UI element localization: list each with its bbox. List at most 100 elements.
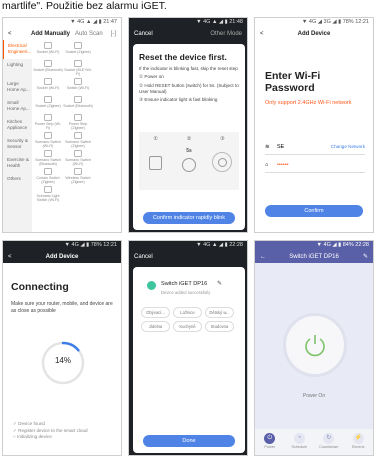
tab-icon: ◔ <box>293 433 305 444</box>
device-type-label: Scenario Light Switch (Wi-Fi) <box>36 194 60 202</box>
back-icon[interactable]: < <box>260 31 264 37</box>
category-item[interactable]: Kitchen Appliance <box>3 116 32 135</box>
device-type-item[interactable]: Scenario Switch (Wi-Fi) <box>63 149 93 167</box>
device-type-item[interactable]: Socket (Wi-Fi) <box>33 41 63 59</box>
device-icon <box>74 132 82 139</box>
screen-device-added: ▼ 4G ▲ ◢ ▮ 22:28 Cancel Switch iGET DP16… <box>128 240 248 456</box>
status-bar: ▼ 4G ▲ ◢ ▮ 21:47 <box>70 19 117 25</box>
screen-add-manually: ▼ 4G ▲ ◢ ▮ 21:47 < Add Manually Auto Sca… <box>2 17 122 233</box>
device-type-item[interactable]: Scenario Switch (Zigbee) <box>63 131 93 149</box>
device-type-label: Wireless Switch (Zigbee) <box>65 176 91 184</box>
device-type-item[interactable]: Socket (Zigbee) <box>33 95 63 113</box>
device-type-item[interactable]: Socket (Bluetooth) <box>63 95 93 113</box>
category-item[interactable]: Electrical Engineeri... <box>3 40 32 59</box>
back-icon[interactable]: ← <box>260 254 266 260</box>
cancel-button[interactable]: Cancel <box>134 254 153 260</box>
auto-scan-tab[interactable]: Auto Scan <box>75 31 103 37</box>
room-chip[interactable]: Ložnice <box>173 307 202 318</box>
back-icon[interactable]: < <box>8 254 12 260</box>
room-chip[interactable]: Kuchyně <box>173 321 202 332</box>
room-chip[interactable]: Obývací... <box>141 307 170 318</box>
category-item[interactable]: Small Home Ap... <box>3 97 32 116</box>
step-number: ② <box>186 136 192 142</box>
power-label: Power On <box>302 393 326 399</box>
device-type-label: Scenario Switch (Wi-Fi) <box>65 158 91 166</box>
device-type-label: Socket (Zigbee) <box>65 50 91 54</box>
confirm-button[interactable]: Confirm <box>265 205 363 217</box>
device-type-item[interactable]: Switch (Wi-Fi) <box>63 77 93 95</box>
reset-illustration: ① ② 5s ③ <box>139 132 239 190</box>
device-type-item[interactable]: Scenario Light Switch (Wi-Fi) <box>33 185 63 203</box>
password-field[interactable]: •••••• <box>277 162 289 168</box>
add-manually-tab[interactable]: Add Manually <box>31 31 70 37</box>
room-chip[interactable]: Studovna <box>205 321 234 332</box>
device-icon <box>44 150 52 157</box>
device-type-item[interactable]: Socket (Wi-Fi) <box>33 77 63 95</box>
wifi-ssid: SE <box>277 144 285 150</box>
nav-bar: Cancel <box>129 250 247 263</box>
device-type-label: Socket (Wi-Fi) <box>36 86 60 90</box>
blinking-light-icon <box>212 152 233 172</box>
device-icon <box>74 114 82 121</box>
confirm-blink-button[interactable]: Confirm indicator rapidly blink <box>143 212 235 224</box>
tab-schedule[interactable]: ◔ Schedule <box>285 429 315 455</box>
reset-heading: Reset the device first. <box>139 52 227 62</box>
device-icon <box>44 42 52 49</box>
screen-switch-control: ▼ 4G ◢ ▮ 84% 22:28 ← Switch iGET DP16 ✎ … <box>254 240 374 456</box>
category-item[interactable]: Security & Sensor <box>3 135 32 154</box>
back-icon[interactable]: < <box>8 31 12 37</box>
device-type-item[interactable]: Power Strip (Wi-Fi) <box>33 113 63 131</box>
progress-percent: 14% <box>54 356 71 365</box>
room-chip[interactable]: Dětský w... <box>205 307 234 318</box>
cancel-button[interactable]: Cancel <box>134 31 153 37</box>
device-type-item[interactable]: Socket (Bluetooth) <box>33 59 63 77</box>
device-type-label: Socket (Bluetooth) <box>63 104 93 108</box>
tab-countdown[interactable]: ↻ Countdown <box>314 429 344 455</box>
done-button[interactable]: Done <box>143 435 235 447</box>
room-chips: Obývací... Ložnice Dětský w... Jídelna Kuchy… <box>141 307 237 332</box>
instruction-line: ② Hold RESET button (switch) for 5s. (Su… <box>139 82 239 94</box>
device-type-item[interactable]: Scenario Switch (Wi-Fi) <box>33 131 63 149</box>
status-bar: ▼ 4G ◢ ▮ 84% 22:28 <box>255 241 373 250</box>
edit-icon[interactable]: ✎ <box>217 280 222 287</box>
change-network-link[interactable]: Change Network <box>331 144 365 149</box>
instruction-line: ① Power on <box>139 74 164 80</box>
nav-bar: Cancel Other Mode <box>129 27 247 40</box>
device-type-item[interactable]: Curtain Switch (Zigbee) <box>33 167 63 185</box>
room-chip[interactable]: Jídelna <box>141 321 170 332</box>
wifi-heading: Enter Wi-Fi Password <box>265 70 321 94</box>
device-grid: Socket (Wi-Fi) Socket (Zigbee) Socket (Blu… <box>33 41 119 203</box>
device-type-item[interactable]: Power Strip (Zigbee) <box>63 113 93 131</box>
scan-icon[interactable]: [-] <box>111 31 116 37</box>
nav-bar: < Add Device <box>3 250 121 263</box>
device-icon <box>44 132 52 139</box>
category-item[interactable]: Large Home Ap... <box>3 78 32 97</box>
other-mode-button[interactable]: Other Mode <box>210 31 242 37</box>
nav-bar: < Add Manually Auto Scan [-] <box>3 27 121 40</box>
device-type-label: Scenario Switch (Zigbee) <box>65 140 91 148</box>
edit-icon[interactable]: ✎ <box>363 253 368 260</box>
device-type-label: Switch (Wi-Fi) <box>66 86 90 90</box>
device-type-item[interactable]: Socket (BLE+Wi-Fi) <box>63 59 93 77</box>
category-item[interactable]: Exercise & Health <box>3 154 32 173</box>
instruction-line: ③ Ensure indicator light is fast blinkin… <box>139 97 218 103</box>
password-row: ⌂ •••••• <box>265 161 365 173</box>
device-type-label: Socket (Bluetooth) <box>33 68 63 72</box>
device-type-label: Power Strip (Zigbee) <box>68 122 88 130</box>
nav-bar: ← Switch iGET DP16 ✎ <box>255 250 373 263</box>
nav-bar: < Add Device <box>255 27 373 40</box>
device-type-item[interactable]: Socket (Zigbee) <box>63 41 93 59</box>
category-list: Electrical Engineeri... Lighting Large Hom… <box>3 40 32 232</box>
category-item[interactable]: Lighting <box>3 59 32 78</box>
tab-electric[interactable]: ⚡ Electric <box>344 429 374 455</box>
device-type-item[interactable]: Scenario Switch (Bluetooth) <box>33 149 63 167</box>
device-icon <box>44 186 52 193</box>
device-type-item[interactable]: Wireless Switch (Zigbee) <box>63 167 93 185</box>
bottom-tabs: ⏻ Power ◔ Schedule ↻ Countdown ⚡ Electric <box>255 429 373 455</box>
tab-label: Countdown <box>319 445 339 449</box>
power-button[interactable] <box>283 313 347 377</box>
tab-power[interactable]: ⏻ Power <box>255 429 285 455</box>
tab-icon: ⏻ <box>264 433 276 444</box>
category-item[interactable]: Others <box>3 173 32 192</box>
power-icon <box>305 335 325 357</box>
